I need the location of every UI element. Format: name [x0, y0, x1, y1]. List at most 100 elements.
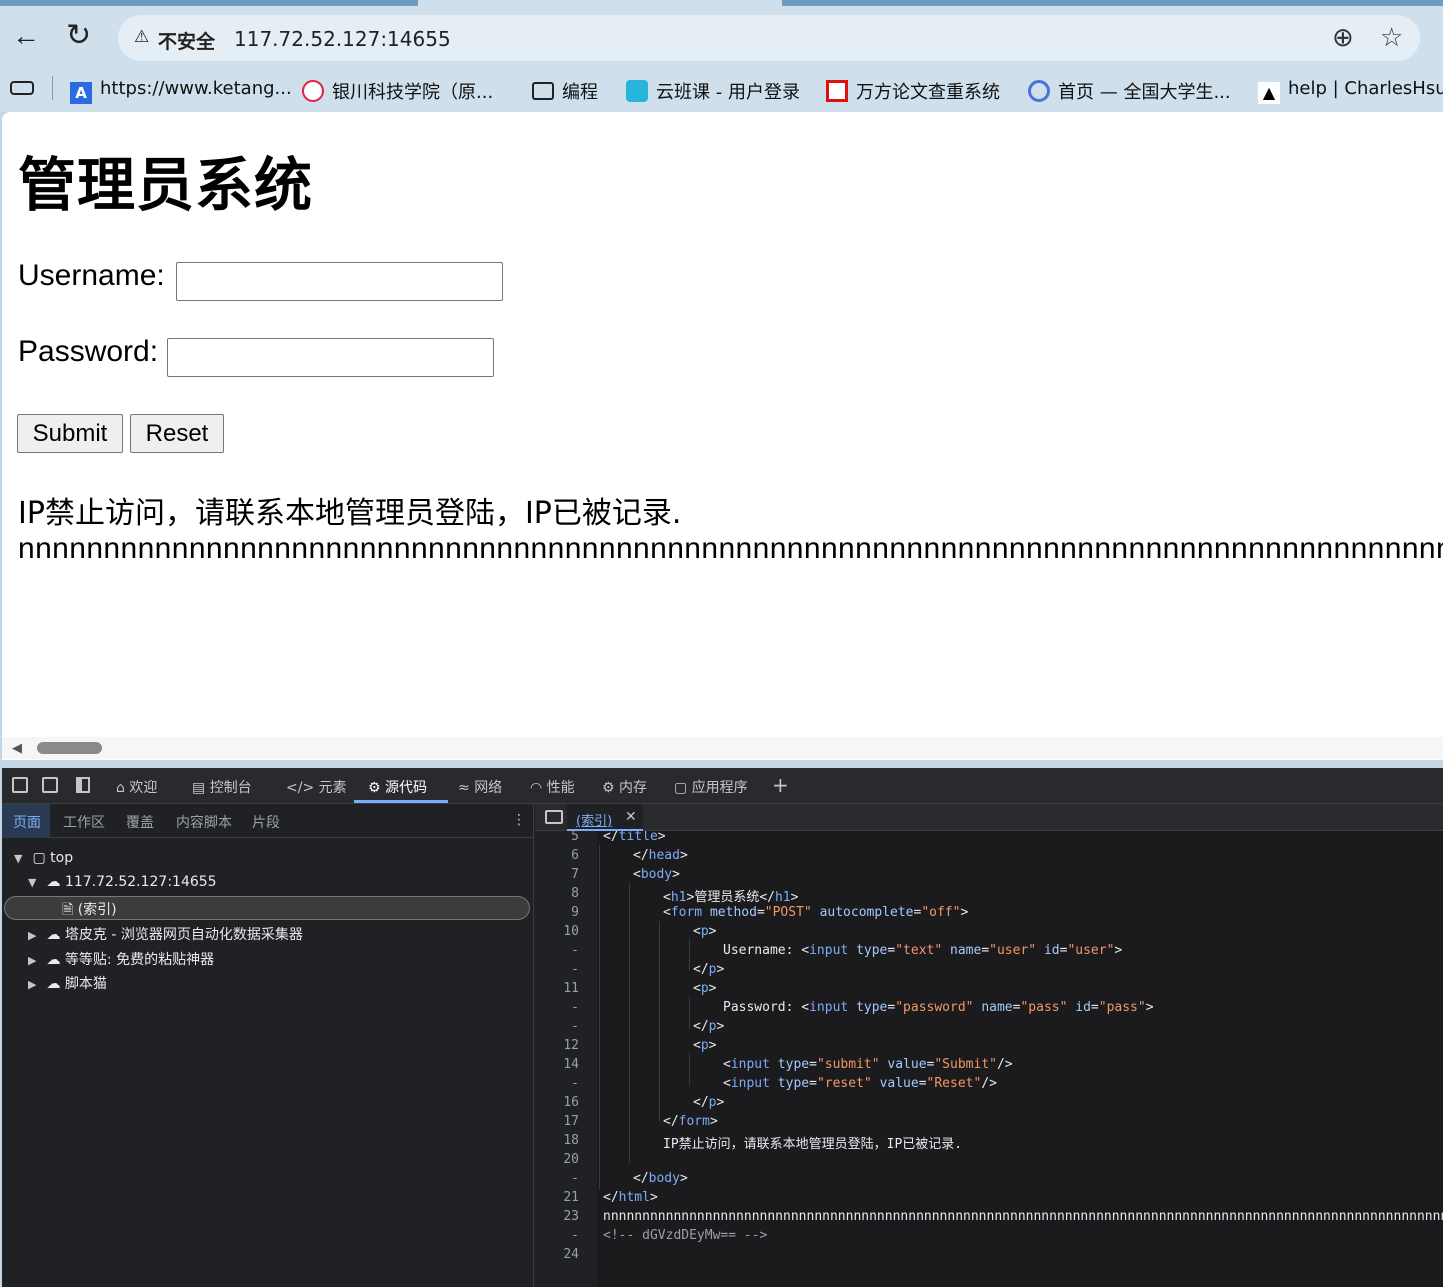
code-line: <input type="reset" value="Reset"/>	[723, 1076, 997, 1091]
tab-label: 元素	[318, 780, 347, 796]
tab-strip	[782, 0, 1443, 6]
tree-index-file[interactable]: 🗎 (索引)	[62, 899, 117, 923]
bookmark-label: help | CharlesHsu's...	[1288, 78, 1443, 99]
code-line: <p>	[693, 924, 717, 939]
code-text: Password:	[723, 1000, 802, 1015]
subtab-snippets[interactable]: 片段	[252, 812, 280, 832]
url-text[interactable]: 117.72.52.127:14655	[234, 27, 451, 51]
line-number[interactable]: 10	[535, 924, 579, 939]
line-number[interactable]: 14	[535, 1057, 579, 1072]
code-line: </p>	[693, 1095, 725, 1110]
code-line: Username: <input type="text" name="user"…	[723, 943, 1123, 958]
bookmark-item[interactable]: ▲ help | CharlesHsu's...	[1258, 78, 1443, 104]
reset-button[interactable]: Reset	[130, 414, 224, 453]
line-number[interactable]: 5	[535, 829, 579, 844]
tab-label: 源代码	[385, 780, 428, 796]
close-icon[interactable]: ✕	[625, 808, 637, 825]
tree-host[interactable]: ▼ ☁ 117.72.52.127:14655	[28, 874, 217, 890]
line-number[interactable]: 6	[535, 848, 579, 863]
zoom-icon[interactable]: ⊕	[1332, 22, 1354, 53]
collapse-arrow-icon[interactable]: ▶	[28, 929, 42, 942]
bookmark-item[interactable]: Ahttps://www.ketang...	[70, 78, 292, 104]
expand-arrow-icon[interactable]: ▼	[14, 852, 28, 865]
tab-network[interactable]: ≈ 网络	[458, 777, 502, 797]
line-number[interactable]: 17	[535, 1114, 579, 1129]
wifi-icon: ≈	[458, 780, 470, 796]
line-number[interactable]: 16	[535, 1095, 579, 1110]
reading-list-icon[interactable]	[10, 81, 34, 95]
line-number[interactable]: -	[535, 1076, 579, 1091]
dock-side-icon[interactable]	[76, 777, 90, 793]
tab-sources[interactable]: ⚙ 源代码	[368, 777, 427, 797]
tab-memory[interactable]: ⚙ 内存	[602, 777, 647, 797]
subtab-content-scripts[interactable]: 内容脚本	[176, 812, 232, 832]
warning-icon[interactable]: ⚠	[134, 27, 149, 47]
line-number[interactable]: 7	[535, 867, 579, 882]
scrollbar-thumb[interactable]	[37, 742, 102, 754]
tab-performance[interactable]: ◠ 性能	[530, 777, 575, 797]
horizontal-scrollbar[interactable]: ◀	[2, 737, 1443, 759]
devtools-tabbar: ⌂ 欢迎 ▤ 控制台 </> 元素 ⚙ 源代码 ≈ 网络 ◠ 性能 ⚙ 内存 ▢…	[2, 768, 1443, 804]
line-number[interactable]: 21	[535, 1190, 579, 1205]
device-toolbar-icon[interactable]	[42, 777, 58, 793]
more-options-icon[interactable]: ⋮	[512, 812, 526, 828]
toggle-navigator-icon[interactable]	[545, 810, 563, 824]
tree-ext-1[interactable]: ▶ ☁ 塔皮克 - 浏览器网页自动化数据采集器	[28, 924, 303, 944]
line-number[interactable]: -	[535, 1019, 579, 1034]
frame-icon: ▢	[32, 850, 46, 866]
back-icon[interactable]: ←	[12, 20, 40, 52]
line-number[interactable]: -	[535, 1171, 579, 1186]
line-number[interactable]: 23	[535, 1209, 579, 1224]
security-label[interactable]: 不安全	[158, 27, 215, 54]
indent-guide	[599, 845, 600, 1189]
line-number[interactable]: 24	[535, 1247, 579, 1262]
tab-elements[interactable]: </> 元素	[286, 777, 347, 797]
line-number[interactable]: 20	[535, 1152, 579, 1167]
scroll-left-icon[interactable]: ◀	[12, 740, 22, 756]
submit-button[interactable]: Submit	[17, 414, 123, 453]
bookmark-item[interactable]: 首页 — 全国大学生...	[1028, 78, 1231, 104]
line-number[interactable]: 12	[535, 1038, 579, 1053]
tree-top[interactable]: ▼ ▢ top	[14, 850, 73, 866]
username-input[interactable]	[176, 262, 503, 301]
cloud-icon: ☁	[46, 927, 61, 943]
line-number[interactable]: 18	[535, 1133, 579, 1148]
collapse-arrow-icon[interactable]: ▶	[28, 978, 42, 991]
code-text: Username:	[723, 943, 802, 958]
subtab-workspace[interactable]: 工作区	[63, 812, 105, 832]
subtab-page[interactable]: 页面	[13, 812, 41, 832]
tab-label: 欢迎	[129, 780, 158, 796]
bookmark-item[interactable]: 银川科技学院（原...	[302, 78, 493, 104]
line-number[interactable]: -	[535, 1228, 579, 1243]
bookmark-item[interactable]: 编程	[532, 78, 598, 104]
bookmark-label: 万方论文查重系统	[856, 82, 1000, 103]
bookmark-item[interactable]: 万方论文查重系统	[826, 78, 1000, 104]
navigator-subtabs: 页面 工作区 覆盖 内容脚本 片段 ⋮	[2, 804, 534, 838]
line-number[interactable]: -	[535, 943, 579, 958]
tab-application[interactable]: ▢ 应用程序	[674, 777, 748, 797]
line-number[interactable]: 9	[535, 905, 579, 920]
subtab-overrides[interactable]: 覆盖	[126, 812, 154, 832]
line-number[interactable]: -	[535, 962, 579, 977]
line-number[interactable]: 8	[535, 886, 579, 901]
code-area[interactable]: </title> </head> <body> <h1>管理员系统</h1> <…	[597, 831, 1443, 1287]
editor-tab-label[interactable]: (索引)	[576, 810, 612, 829]
tree-ext-2[interactable]: ▶ ☁ 等等贴: 免费的粘贴神器	[28, 949, 214, 969]
code-line: </p>	[693, 962, 725, 977]
password-input[interactable]	[167, 338, 494, 377]
collapse-arrow-icon[interactable]: ▶	[28, 954, 42, 967]
reload-icon[interactable]: ↻	[66, 18, 91, 53]
add-tab-icon[interactable]: +	[772, 773, 789, 797]
star-icon[interactable]: ☆	[1380, 22, 1403, 53]
tree-ext-3[interactable]: ▶ ☁ 脚本猫	[28, 973, 107, 993]
address-bar[interactable]: ⚠ 不安全 117.72.52.127:14655 ⊕ ☆	[118, 15, 1420, 61]
tab-console[interactable]: ▤ 控制台	[192, 777, 252, 797]
expand-arrow-icon[interactable]: ▼	[28, 876, 42, 889]
ketang-icon: A	[70, 82, 92, 104]
line-number[interactable]: -	[535, 1000, 579, 1015]
bookmark-item[interactable]: 云班课 - 用户登录	[626, 78, 800, 104]
tab-strip	[0, 0, 418, 6]
line-number[interactable]: 11	[535, 981, 579, 996]
inspect-icon[interactable]	[12, 777, 28, 793]
tab-welcome[interactable]: ⌂ 欢迎	[116, 777, 157, 797]
